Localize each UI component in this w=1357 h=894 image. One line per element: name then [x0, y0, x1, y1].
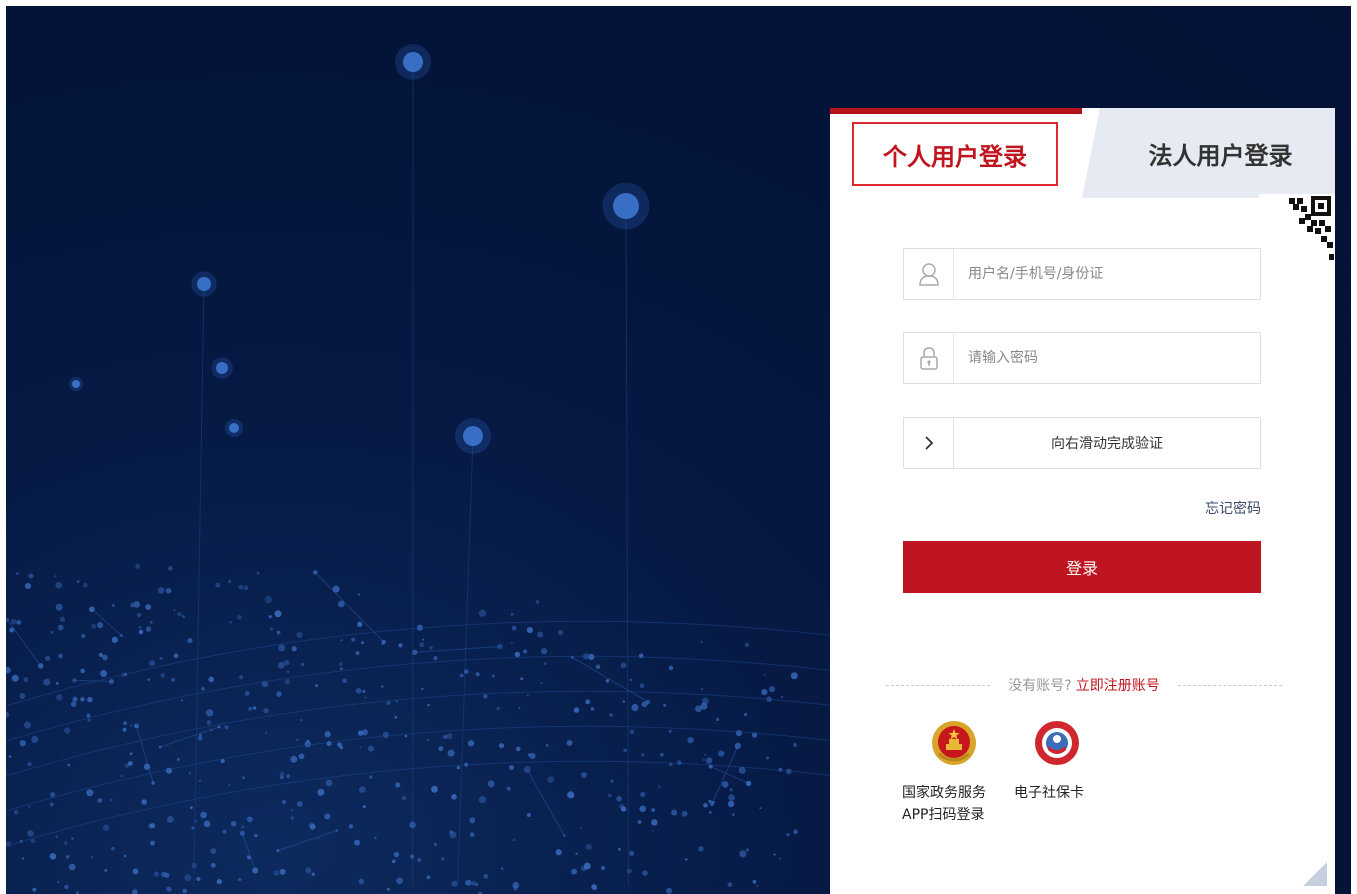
- social-security-card-icon: [1035, 721, 1079, 765]
- slide-verification[interactable]: 向右滑动完成验证: [903, 417, 1261, 469]
- tab-legal-label: 法人用户登录: [1148, 141, 1293, 170]
- lock-icon: [904, 333, 954, 383]
- slider-text: 向右滑动完成验证: [1051, 436, 1163, 452]
- corner-fold: [1303, 862, 1327, 886]
- user-icon: [904, 249, 954, 299]
- national-emblem-icon: [932, 721, 976, 765]
- register-question: 没有账号?: [1008, 678, 1072, 694]
- divider-right: [1177, 684, 1282, 686]
- tab-personal-login[interactable]: 个人用户登录: [852, 122, 1058, 186]
- username-input[interactable]: [954, 248, 1260, 300]
- divider-left: [886, 684, 991, 686]
- tab-personal-label: 个人用户登录: [883, 142, 1027, 171]
- password-field[interactable]: [903, 332, 1261, 384]
- gov-app-login[interactable]: 国家政务服务 APP扫码登录: [902, 720, 1006, 826]
- register-row: 没有账号? 立即注册账号: [886, 675, 1282, 695]
- active-tab-indicator: [830, 108, 1082, 114]
- tab-corner: [1082, 108, 1100, 198]
- chevron-right-icon: [924, 436, 933, 450]
- login-panel: 个人用户登录 法人用户登录 用户名/手机号/身份证 向右滑动完成验证 忘记密码 …: [830, 108, 1335, 894]
- slider-handle[interactable]: [904, 418, 954, 468]
- register-link[interactable]: 立即注册账号: [1076, 675, 1160, 695]
- qr-code-icon[interactable]: [1259, 194, 1335, 280]
- username-field[interactable]: [903, 248, 1261, 300]
- gov-app-label-line1: 国家政务服务: [902, 785, 986, 801]
- social-security-card-login[interactable]: 电子社保卡: [1014, 720, 1100, 804]
- gov-app-label-line2: APP扫码登录: [902, 807, 985, 823]
- tab-legal-login[interactable]: 法人用户登录: [1082, 108, 1335, 198]
- social-card-label: 电子社保卡: [1014, 785, 1084, 801]
- forgot-password-link[interactable]: 忘记密码: [1205, 498, 1261, 518]
- login-button[interactable]: 登录: [903, 541, 1261, 593]
- password-input[interactable]: [954, 332, 1260, 384]
